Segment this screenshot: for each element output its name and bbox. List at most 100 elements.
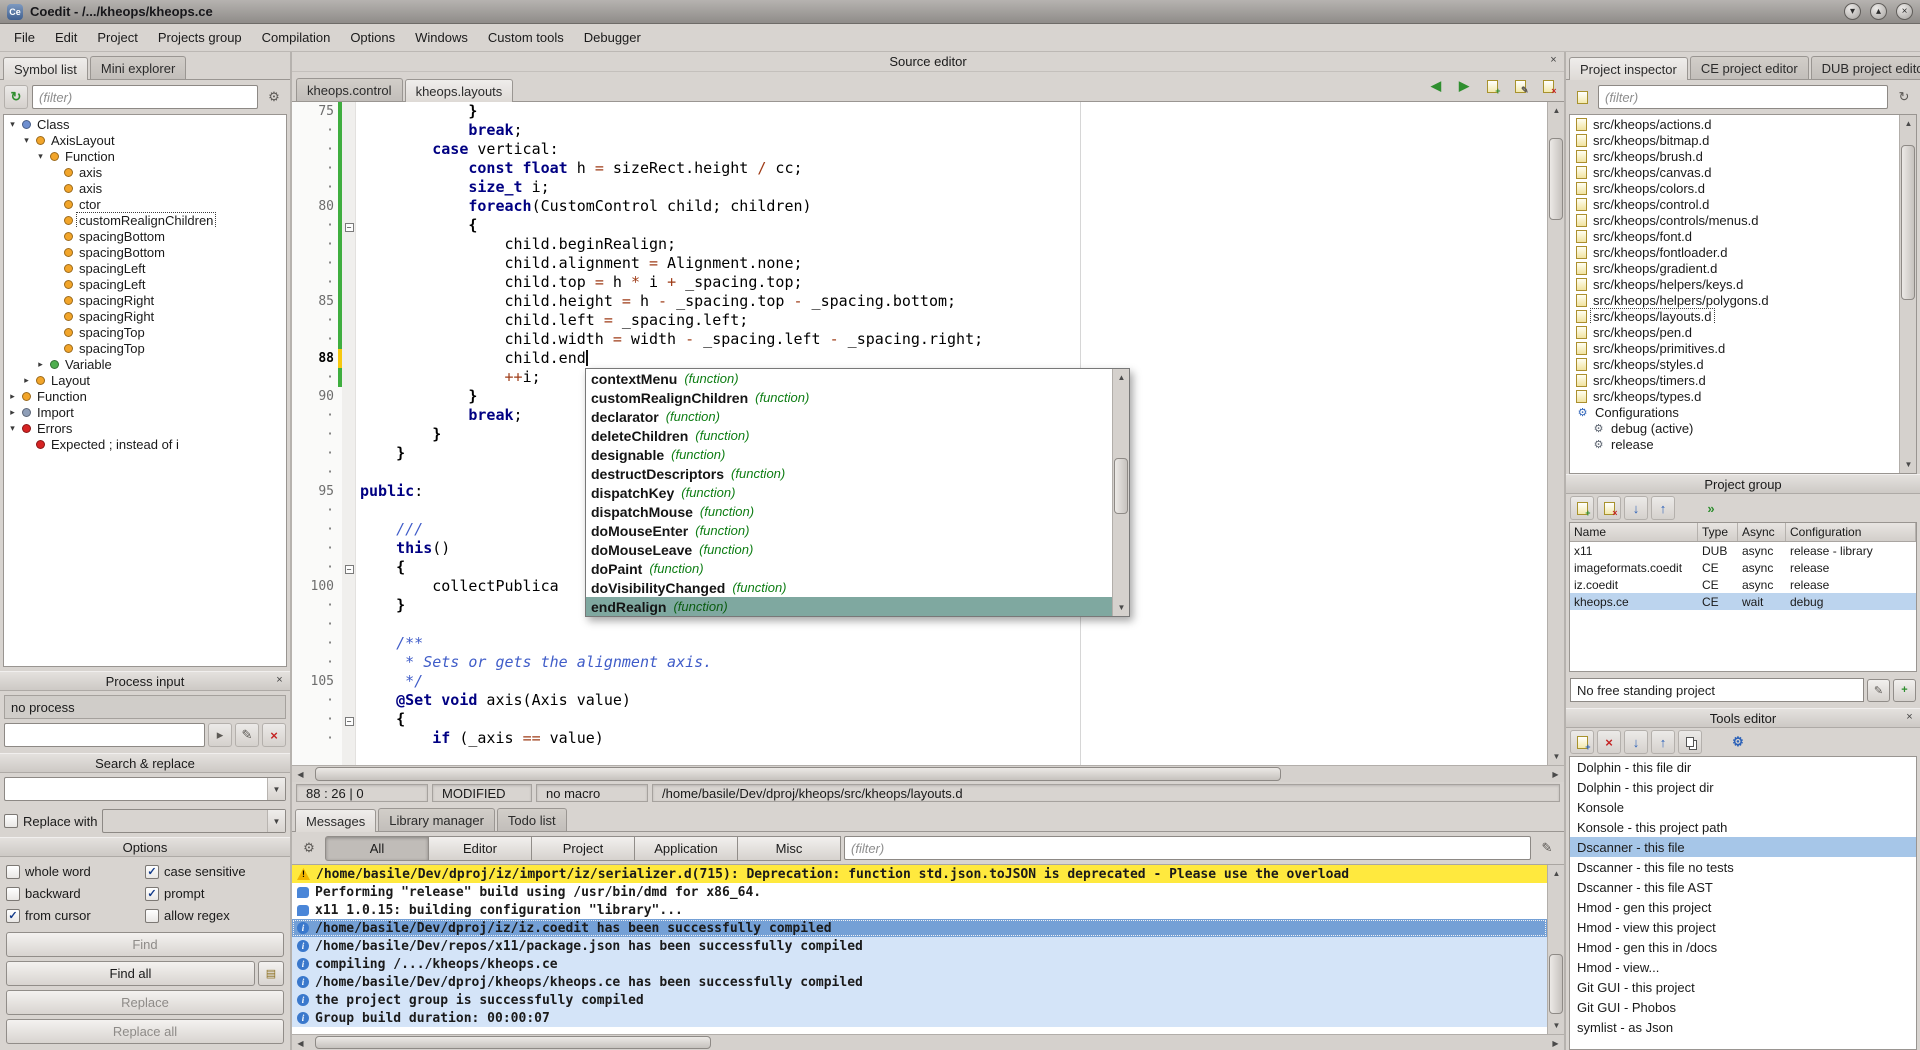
replace-with-checkbox[interactable] (4, 814, 18, 828)
tree-expander-icon[interactable]: ▾ (7, 119, 18, 130)
fold-collapse-icon[interactable]: − (345, 223, 354, 232)
messages-filter-input[interactable] (844, 836, 1531, 860)
filter-all[interactable]: All (325, 836, 429, 861)
scroll-down-icon[interactable]: ▼ (1113, 599, 1130, 616)
tree-expander-icon[interactable]: ▾ (21, 135, 32, 146)
process-input-field[interactable] (4, 723, 205, 747)
close-icon[interactable]: × (1546, 54, 1561, 69)
project-row[interactable]: kheops.ceCEwaitdebug (1570, 593, 1916, 610)
clone-tool-button[interactable] (1678, 730, 1702, 754)
refresh-symbols-button[interactable]: ↻ (4, 85, 28, 109)
checkbox[interactable] (6, 887, 20, 901)
symbol-options-button[interactable]: ⚙ (262, 85, 286, 109)
completion-scrollbar[interactable]: ▲ ▼ (1112, 369, 1129, 616)
maximize-button[interactable]: ▴ (1870, 3, 1887, 20)
fold-collapse-icon[interactable]: − (345, 565, 354, 574)
option-whole-word[interactable]: whole word (6, 864, 145, 879)
option-prompt[interactable]: ✓prompt (145, 886, 284, 901)
scroll-right-icon[interactable]: ▶ (1547, 766, 1564, 783)
close-icon[interactable]: × (1902, 711, 1917, 726)
minimize-button[interactable]: ▾ (1844, 3, 1861, 20)
tab-ce-project-editor[interactable]: CE project editor (1690, 56, 1809, 79)
tool-item[interactable]: Dolphin - this file dir (1570, 757, 1916, 777)
scroll-down-icon[interactable]: ▼ (1900, 456, 1917, 473)
project-file-item[interactable]: src/kheops/gradient.d (1570, 260, 1899, 276)
tool-item[interactable]: Dolphin - this project dir (1570, 777, 1916, 797)
editor-horizontal-scrollbar[interactable]: ◀ ▶ (292, 765, 1564, 782)
tree-expander-icon[interactable]: ▸ (21, 375, 32, 386)
symbol-tree-item[interactable]: spacingTop (4, 324, 286, 340)
completion-item[interactable]: deleteChildren(function) (586, 426, 1112, 445)
menu-options[interactable]: Options (340, 26, 405, 49)
scroll-left-icon[interactable]: ◀ (292, 1035, 309, 1050)
tree-expander-icon[interactable]: ▾ (7, 423, 18, 434)
move-tool-down-button[interactable]: ↓ (1624, 730, 1648, 754)
editor-area[interactable]: 75 }· break;· case vertical:· const floa… (292, 102, 1564, 765)
symbol-tree-item[interactable]: spacingBottom (4, 244, 286, 260)
completion-item[interactable]: destructDescriptors(function) (586, 464, 1112, 483)
completion-item[interactable]: doMouseEnter(function) (586, 521, 1112, 540)
configuration-item[interactable]: ⚙debug (active) (1570, 420, 1899, 436)
project-file-item[interactable]: src/kheops/pen.d (1570, 324, 1899, 340)
scrollbar-thumb[interactable] (1549, 954, 1563, 1015)
chevron-down-icon[interactable]: ▼ (267, 778, 285, 800)
find-all-results-button[interactable]: ▤ (258, 961, 284, 986)
completion-item[interactable]: customRealignChildren(function) (586, 388, 1112, 407)
tool-item[interactable]: Git GUI - this project (1570, 977, 1916, 997)
edit-document-button[interactable]: ✎ (1508, 74, 1532, 98)
message-row[interactable]: ithe project group is successfully compi… (292, 991, 1547, 1009)
replace-all-button[interactable]: Replace all (6, 1019, 284, 1044)
checkbox[interactable]: ✓ (145, 865, 159, 879)
symbol-tree-item[interactable]: spacingLeft (4, 260, 286, 276)
scrollbar-thumb[interactable] (1549, 138, 1563, 220)
checkbox[interactable]: ✓ (145, 887, 159, 901)
tool-item[interactable]: Hmod - view... (1570, 957, 1916, 977)
project-file-item[interactable]: src/kheops/styles.d (1570, 356, 1899, 372)
messages-edit-button[interactable]: ✎ (1535, 836, 1559, 860)
configure-tool-button[interactable]: ⚙ (1726, 730, 1750, 754)
completion-item[interactable]: contextMenu(function) (586, 369, 1112, 388)
project-file-item[interactable]: src/kheops/layouts.d (1570, 308, 1899, 324)
menu-project[interactable]: Project (87, 26, 147, 49)
send-input-button[interactable]: ▸ (208, 723, 232, 747)
project-file-item[interactable]: src/kheops/brush.d (1570, 148, 1899, 164)
message-row[interactable]: !/home/basile/Dev/dproj/iz/import/iz/ser… (292, 865, 1547, 883)
project-file-button[interactable] (1570, 85, 1594, 109)
tool-item[interactable]: Dscanner - this file (1570, 837, 1916, 857)
move-project-up-button[interactable]: ↑ (1651, 496, 1675, 520)
message-row[interactable]: i/home/basile/Dev/dproj/kheops/kheops.ce… (292, 973, 1547, 991)
option-backward[interactable]: backward (6, 886, 145, 901)
menu-custom-tools[interactable]: Custom tools (478, 26, 574, 49)
project-row[interactable]: x11DUBasyncrelease - library (1570, 542, 1916, 559)
project-filter-input[interactable] (1598, 85, 1888, 109)
column-header-configuration[interactable]: Configuration (1786, 523, 1916, 541)
filter-project[interactable]: Project (531, 836, 635, 861)
message-row[interactable]: i/home/basile/Dev/repos/x11/package.json… (292, 937, 1547, 955)
symbol-tree-item[interactable]: ▸Variable (4, 356, 286, 372)
scroll-up-icon[interactable]: ▲ (1548, 102, 1565, 119)
tree-expander-icon[interactable]: ▸ (35, 359, 46, 370)
scrollbar-thumb[interactable] (315, 1036, 711, 1049)
tool-item[interactable]: Konsole - this project path (1570, 817, 1916, 837)
symbol-tree-item[interactable]: ▸Function (4, 388, 286, 404)
tab-project-inspector[interactable]: Project inspector (1569, 57, 1688, 80)
column-header-type[interactable]: Type (1698, 523, 1738, 541)
menu-compilation[interactable]: Compilation (252, 26, 341, 49)
project-file-item[interactable]: src/kheops/control.d (1570, 196, 1899, 212)
symbol-tree-item[interactable]: axis (4, 164, 286, 180)
menu-windows[interactable]: Windows (405, 26, 478, 49)
completion-item[interactable]: declarator(function) (586, 407, 1112, 426)
project-file-item[interactable]: src/kheops/helpers/keys.d (1570, 276, 1899, 292)
project-tree-scrollbar[interactable]: ▲ ▼ (1899, 115, 1916, 473)
move-project-down-button[interactable]: ↓ (1624, 496, 1648, 520)
scroll-up-icon[interactable]: ▲ (1548, 865, 1565, 882)
symbol-tree-item[interactable]: ▾Class (4, 116, 286, 132)
symbol-tree-item[interactable]: ▸Layout (4, 372, 286, 388)
symbol-tree-item[interactable]: spacingRight (4, 308, 286, 324)
completion-item[interactable]: endRealign(function) (586, 597, 1112, 616)
option-allow-regex[interactable]: allow regex (145, 908, 284, 923)
tab-kheops-control[interactable]: kheops.control (296, 78, 403, 101)
refresh-project-button[interactable]: ↻ (1892, 85, 1916, 109)
tool-item[interactable]: Hmod - gen this in /docs (1570, 937, 1916, 957)
column-header-async[interactable]: Async (1738, 523, 1786, 541)
